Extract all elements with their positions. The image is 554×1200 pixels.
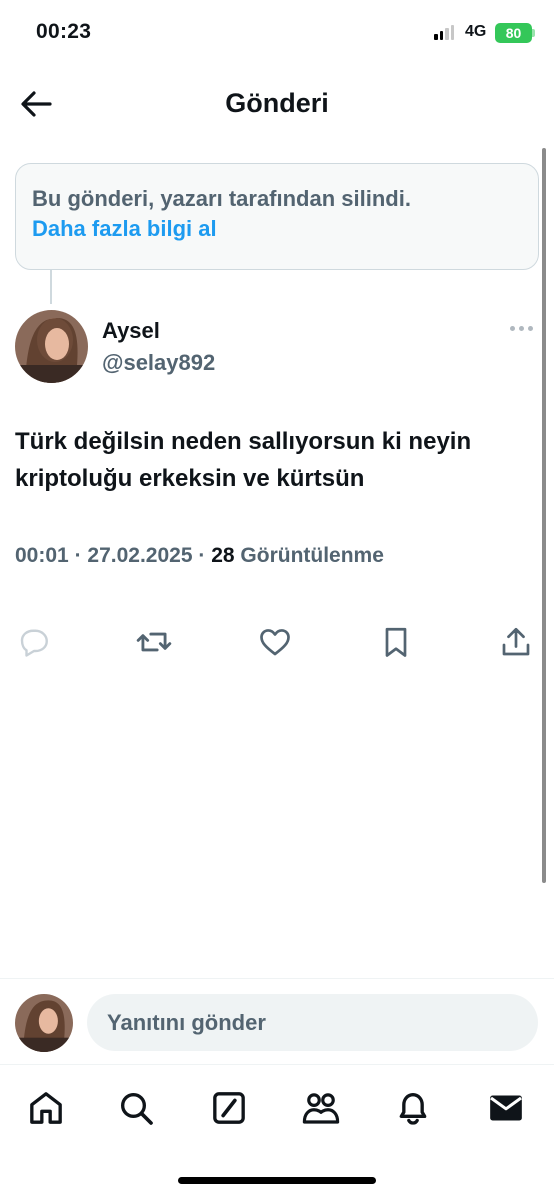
- avatar-image: [15, 994, 73, 1052]
- like-button[interactable]: [255, 622, 295, 662]
- deleted-post-notice: Bu gönderi, yazarı tarafından silindi. D…: [15, 163, 539, 270]
- thread-connector: [50, 270, 52, 304]
- status-time: 00:23: [36, 20, 92, 43]
- post-text: Türk değilsin neden sallıyorsun ki neyin…: [15, 428, 472, 492]
- retweet-button[interactable]: [134, 622, 174, 662]
- reply-button[interactable]: [14, 622, 54, 662]
- author-handle[interactable]: @selay892: [102, 350, 215, 376]
- battery-level: 80: [505, 25, 522, 41]
- battery-icon: 80: [495, 23, 532, 43]
- post-detail-screen: 00:23 4G 80 Gönderi Bu gönderi, yazarı t…: [0, 0, 554, 1200]
- retweet-icon: [136, 632, 172, 652]
- nav-grok[interactable]: [207, 1086, 251, 1130]
- messages-icon: [490, 1095, 522, 1121]
- communities-icon: [302, 1093, 340, 1124]
- reply-icon: [20, 629, 48, 657]
- meta-separator: ·: [74, 544, 82, 567]
- notice-text: Bu gönderi, yazarı tarafından silindi.: [32, 186, 411, 211]
- reply-divider: [0, 978, 554, 979]
- avatar[interactable]: [15, 310, 88, 383]
- author-name[interactable]: Aysel: [102, 318, 160, 344]
- views-label: Görüntülenme: [240, 544, 384, 567]
- nav-messages[interactable]: [484, 1086, 528, 1130]
- post-meta: 00:01 · 27.02.2025 · 28 Görüntülenme: [15, 544, 384, 568]
- nav-divider: [0, 1064, 554, 1065]
- reply-input[interactable]: Yanıtını gönder: [87, 994, 538, 1051]
- home-indicator[interactable]: [178, 1177, 376, 1184]
- nav-search[interactable]: [114, 1086, 158, 1130]
- page-title: Gönderi: [225, 88, 329, 118]
- search-icon: [121, 1093, 153, 1125]
- battery-tip: [532, 29, 535, 37]
- bookmark-button[interactable]: [376, 622, 416, 662]
- post-date: 27.02.2025: [87, 544, 193, 567]
- view-count[interactable]: 28: [211, 544, 234, 567]
- signal-icon: [434, 25, 454, 40]
- avatar-image: [15, 310, 88, 383]
- learn-more-link[interactable]: Daha fazla bilgi al: [32, 214, 522, 244]
- grok-icon: [213, 1092, 245, 1124]
- post-time: 00:01: [15, 544, 69, 567]
- nav-communities[interactable]: [299, 1086, 343, 1130]
- network-type: 4G: [465, 23, 487, 40]
- like-icon: [260, 629, 290, 656]
- scrollbar[interactable]: [542, 148, 546, 883]
- meta-separator: ·: [198, 544, 206, 567]
- share-button[interactable]: [496, 622, 536, 662]
- share-icon: [502, 627, 530, 656]
- notifications-icon: [399, 1093, 427, 1125]
- avatar[interactable]: [15, 994, 73, 1052]
- bookmark-icon: [385, 627, 407, 657]
- nav-notifications[interactable]: [391, 1086, 435, 1130]
- nav-home[interactable]: [24, 1086, 68, 1130]
- more-options-icon[interactable]: [510, 326, 533, 331]
- home-icon: [30, 1092, 62, 1124]
